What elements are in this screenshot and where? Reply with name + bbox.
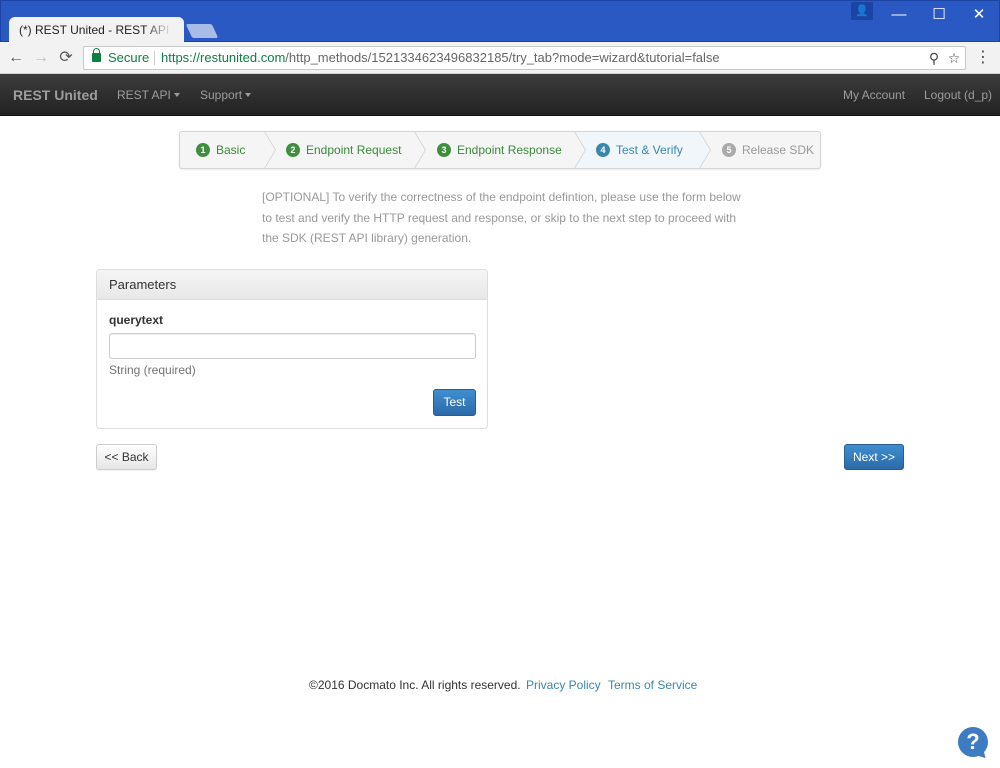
querytext-input[interactable] xyxy=(109,333,476,359)
querytext-help: String (required) xyxy=(109,363,196,377)
window-titlebar: (*) REST United - REST API n 👤 — ☐ ✕ xyxy=(0,0,1000,44)
lock-icon xyxy=(92,48,101,62)
rest-api-menu[interactable]: REST API xyxy=(117,88,180,102)
wizard-step-test-verify[interactable]: 4 Test & Verify xyxy=(596,132,683,168)
zoom-icon[interactable]: ⚲ xyxy=(925,49,943,67)
support-menu[interactable]: Support xyxy=(200,88,252,102)
browser-toolbar: ← → ⟳ Secure https://restunited.com/http… xyxy=(0,42,1000,74)
profile-icon[interactable]: 👤 xyxy=(851,2,873,20)
wizard-step-release-sdk: 5 Release SDK xyxy=(722,132,814,168)
browser-menu-icon[interactable]: ⋮ xyxy=(975,48,991,68)
bookmark-star-icon[interactable]: ☆ xyxy=(945,49,963,67)
address-bar[interactable]: Secure https://restunited.com/http_metho… xyxy=(83,46,966,70)
wizard-steps: 1 Basic 2 Endpoint Request 3 Endpoint Respo… xyxy=(179,131,821,169)
new-tab-button[interactable] xyxy=(185,24,219,38)
chevron-down-icon xyxy=(173,93,180,97)
next-button[interactable]: Next >> xyxy=(844,444,904,470)
querytext-label: querytext xyxy=(109,313,164,327)
browser-tab[interactable]: (*) REST United - REST API n xyxy=(9,17,184,44)
wizard-step-endpoint-request[interactable]: 2 Endpoint Request xyxy=(286,132,401,168)
reload-icon[interactable]: ⟳ xyxy=(56,48,76,68)
close-window-button[interactable]: ✕ xyxy=(959,1,999,29)
privacy-policy-link[interactable]: Privacy Policy xyxy=(526,678,601,692)
help-icon[interactable]: ? xyxy=(958,727,988,757)
maximize-button[interactable]: ☐ xyxy=(919,1,959,29)
back-arrow-icon[interactable]: ← xyxy=(6,48,26,68)
wizard-step-endpoint-response[interactable]: 3 Endpoint Response xyxy=(437,132,562,168)
intro-text: [OPTIONAL] To verify the correctness of … xyxy=(262,190,741,245)
terms-of-service-link[interactable]: Terms of Service xyxy=(608,678,697,692)
footer-copyright: ©2016 Docmato Inc. All rights reserved. xyxy=(309,678,521,692)
parameters-panel: Parameters querytext String (required) T… xyxy=(96,269,488,429)
minimize-button[interactable]: — xyxy=(879,1,919,29)
panel-title: Parameters xyxy=(97,270,487,300)
url-text: https://restunited.com/http_methods/1521… xyxy=(161,50,720,65)
secure-label: Secure xyxy=(108,50,150,65)
site-navbar: REST United REST API Support My Account … xyxy=(0,74,1000,116)
logout-link[interactable]: Logout (d_p) xyxy=(924,88,992,102)
back-button[interactable]: << Back xyxy=(96,444,157,470)
chevron-down-icon xyxy=(245,93,252,97)
test-button[interactable]: Test xyxy=(433,389,476,416)
forward-arrow-icon[interactable]: → xyxy=(31,48,51,68)
wizard-step-basic[interactable]: 1 Basic xyxy=(196,132,245,168)
brand-logo[interactable]: REST United xyxy=(13,87,98,103)
my-account-link[interactable]: My Account xyxy=(843,88,905,102)
